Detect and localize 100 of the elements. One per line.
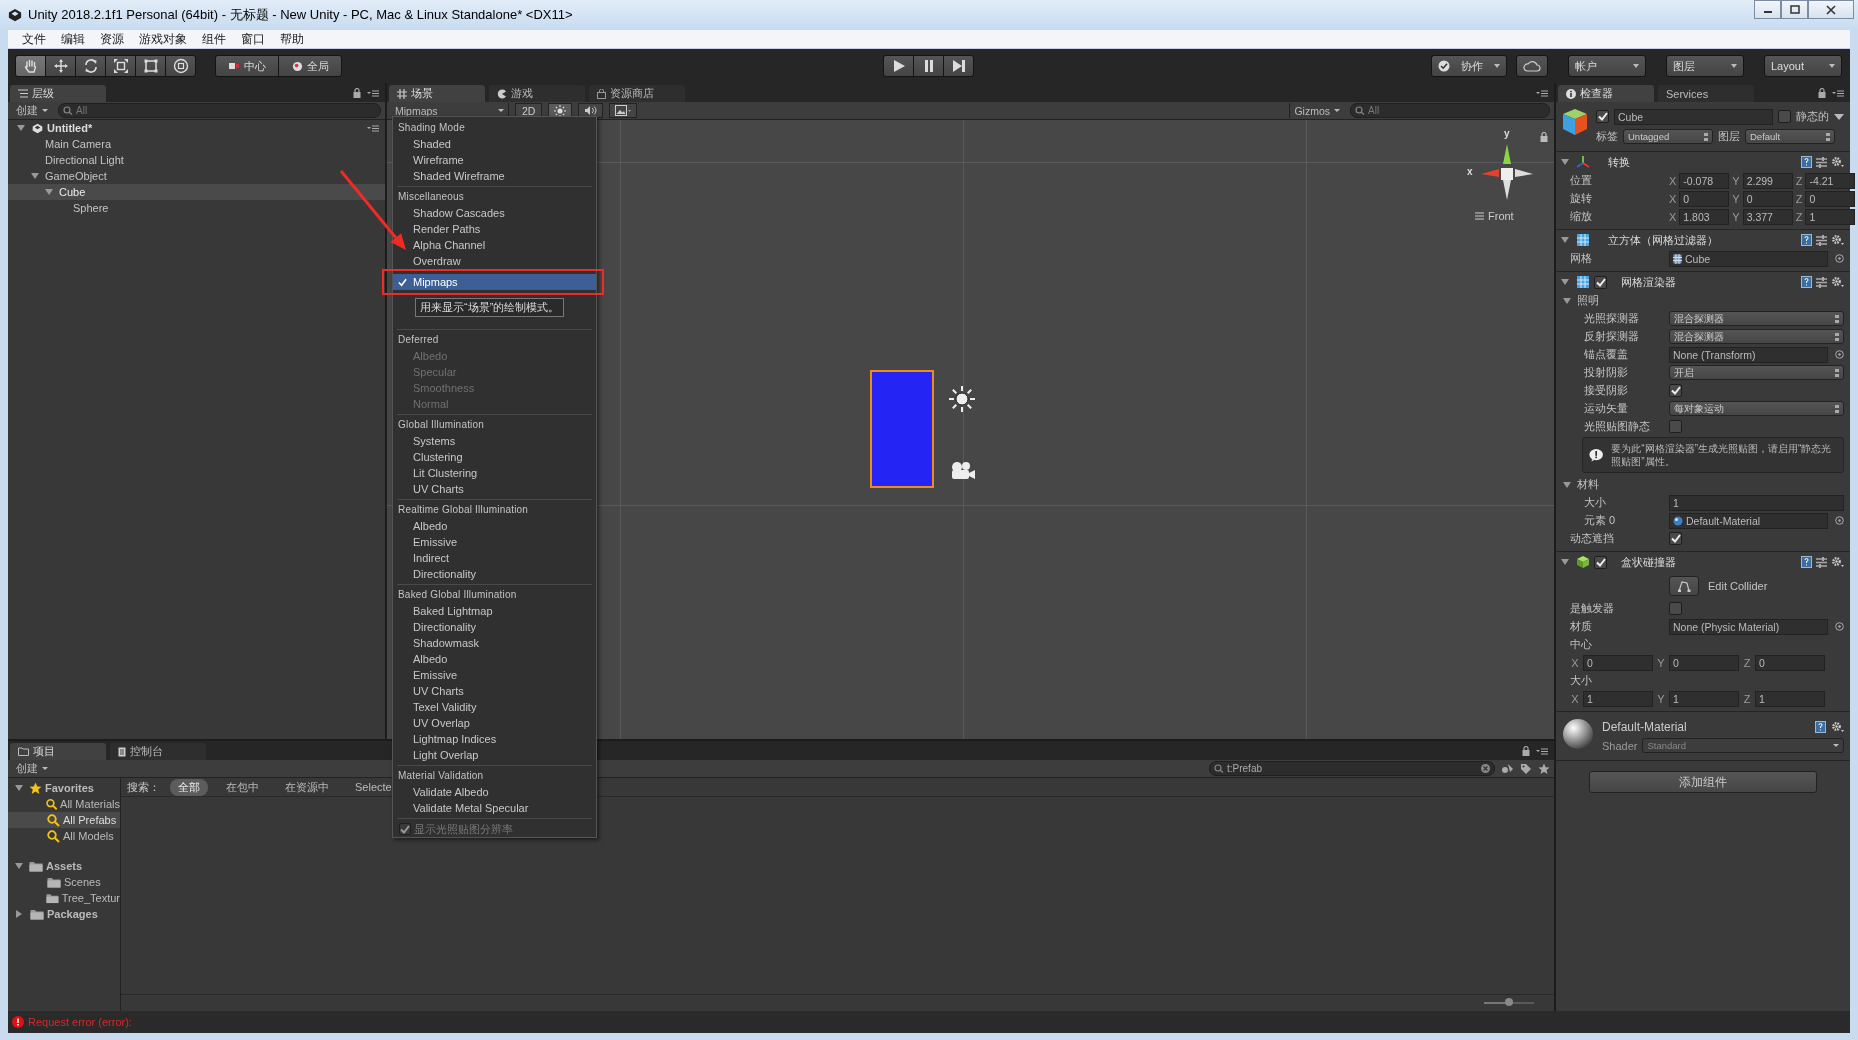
number-field[interactable]: 3.377 bbox=[1742, 208, 1793, 225]
gizmos-dropdown[interactable]: Gizmos bbox=[1289, 103, 1344, 118]
panel-menu-icon[interactable] bbox=[367, 88, 379, 97]
project-tree-item[interactable]: All Materials bbox=[8, 796, 120, 812]
search-scope-tab[interactable]: 在资源中 bbox=[277, 778, 337, 796]
menu-item[interactable]: 窗口 bbox=[235, 30, 274, 48]
help-book-icon[interactable] bbox=[1801, 276, 1812, 288]
menu-item[interactable]: Directionality bbox=[393, 619, 596, 635]
number-field[interactable]: 0 bbox=[1755, 654, 1825, 671]
number-field[interactable]: 1 bbox=[1669, 494, 1844, 511]
menu-item[interactable]: Mipmaps bbox=[393, 274, 596, 290]
effects-toggle[interactable] bbox=[609, 103, 638, 118]
lock-icon[interactable] bbox=[1818, 87, 1826, 98]
object-field[interactable]: Default-Material bbox=[1669, 512, 1828, 529]
transform-tool-button[interactable] bbox=[165, 55, 196, 77]
disclosure-triangle-icon[interactable] bbox=[1561, 159, 1569, 165]
number-field[interactable]: 0 bbox=[1679, 190, 1730, 207]
help-book-icon[interactable] bbox=[1801, 156, 1812, 168]
hand-tool-button[interactable] bbox=[15, 55, 46, 77]
project-tree-item[interactable]: Tree_Textur bbox=[8, 890, 120, 906]
checkbox[interactable] bbox=[1669, 420, 1682, 433]
menu-item[interactable]: UV Charts bbox=[393, 683, 596, 699]
sliders-icon[interactable] bbox=[1816, 156, 1827, 168]
menu-item[interactable]: Clustering bbox=[393, 449, 596, 465]
target-icon[interactable] bbox=[1835, 254, 1844, 263]
cloud-button[interactable] bbox=[1516, 55, 1548, 77]
menu-item[interactable]: Directionality bbox=[393, 566, 596, 582]
menu-item[interactable]: Systems bbox=[393, 433, 596, 449]
checkbox[interactable] bbox=[1594, 275, 1607, 289]
object-field[interactable]: None (Transform) bbox=[1669, 346, 1828, 363]
target-icon[interactable] bbox=[1835, 622, 1844, 631]
services-tab[interactable]: Services bbox=[1658, 85, 1754, 102]
panel-menu-icon[interactable] bbox=[1536, 746, 1548, 755]
help-book-icon[interactable] bbox=[1801, 234, 1812, 246]
checkbox[interactable] bbox=[1596, 110, 1609, 123]
menu-item[interactable]: Indirect bbox=[393, 550, 596, 566]
number-field[interactable]: 1 bbox=[1805, 208, 1856, 225]
layer-dropdown[interactable]: Default bbox=[1745, 129, 1835, 144]
lock-icon[interactable] bbox=[353, 87, 361, 98]
project-tree-item[interactable]: Assets bbox=[8, 858, 120, 874]
gear-icon[interactable] bbox=[1831, 234, 1844, 246]
panel-menu-icon[interactable] bbox=[367, 124, 379, 132]
menu-item[interactable]: Albedo bbox=[393, 651, 596, 667]
menu-item[interactable]: Wireframe bbox=[393, 152, 596, 168]
disclosure-triangle-icon[interactable] bbox=[15, 785, 23, 791]
layout-dropdown[interactable]: Layout bbox=[1764, 55, 1842, 77]
sliders-icon[interactable] bbox=[1816, 556, 1827, 568]
gear-icon[interactable] bbox=[1831, 276, 1844, 288]
star-icon[interactable] bbox=[1538, 762, 1550, 775]
disclosure-triangle-icon[interactable] bbox=[1563, 481, 1571, 488]
menu-item[interactable]: 游戏对象 bbox=[133, 30, 196, 48]
search-field[interactable]: All bbox=[58, 103, 381, 118]
menu-item[interactable]: Alpha Channel bbox=[393, 237, 596, 253]
menu-item[interactable]: Albedo bbox=[393, 518, 596, 534]
help-book-icon[interactable] bbox=[1801, 556, 1812, 568]
disclosure-triangle-icon[interactable] bbox=[1561, 279, 1569, 285]
hierarchy-item[interactable]: Sphere bbox=[8, 200, 385, 216]
minimize-button[interactable] bbox=[1754, 0, 1781, 19]
number-field[interactable]: -4.21 bbox=[1805, 172, 1856, 189]
menu-item[interactable]: 编辑 bbox=[55, 30, 94, 48]
lock-icon[interactable] bbox=[1540, 132, 1548, 142]
menu-item[interactable]: Validate Metal Specular bbox=[393, 800, 596, 816]
project-tree-item[interactable]: Favorites bbox=[8, 780, 120, 796]
help-book-icon[interactable] bbox=[1815, 720, 1826, 733]
global-button[interactable]: 全局 bbox=[278, 55, 342, 77]
menu-item[interactable]: 资源 bbox=[94, 30, 133, 48]
tag-icon[interactable] bbox=[1520, 762, 1532, 775]
menu-item[interactable]: UV Charts bbox=[393, 481, 596, 497]
disclosure-triangle-icon[interactable] bbox=[15, 863, 23, 869]
project-tree-item[interactable]: All Prefabs bbox=[8, 812, 120, 828]
target-icon[interactable] bbox=[1835, 350, 1844, 359]
disclosure-triangle-icon[interactable] bbox=[1563, 297, 1571, 304]
maximize-button[interactable] bbox=[1781, 0, 1808, 19]
hierarchy-item[interactable]: Main Camera bbox=[8, 136, 385, 152]
disclosure-triangle-icon[interactable] bbox=[16, 910, 22, 918]
store-tab[interactable]: 资源商店 bbox=[589, 85, 685, 102]
property-dropdown[interactable]: 混合探测器 bbox=[1669, 311, 1844, 326]
number-field[interactable]: 1.803 bbox=[1679, 208, 1730, 225]
tag-dropdown[interactable]: Untagged bbox=[1623, 129, 1713, 144]
number-field[interactable]: 0 bbox=[1742, 190, 1793, 207]
scene-tab[interactable]: 场景 bbox=[389, 85, 485, 102]
rotate-tool-button[interactable] bbox=[75, 55, 106, 77]
project-tab[interactable]: 项目 bbox=[10, 743, 106, 760]
number-field[interactable]: -0.078 bbox=[1679, 172, 1730, 189]
inspector-tab[interactable]: 检查器 bbox=[1558, 85, 1654, 102]
number-field[interactable]: 2.299 bbox=[1742, 172, 1793, 189]
sliders-icon[interactable] bbox=[1816, 276, 1827, 288]
project-tree-item[interactable]: All Models bbox=[8, 828, 120, 844]
hierarchy-item[interactable]: Directional Light bbox=[8, 152, 385, 168]
number-field[interactable]: 0 bbox=[1583, 654, 1653, 671]
property-dropdown[interactable]: 每对象运动 bbox=[1669, 401, 1844, 416]
checkbox[interactable] bbox=[1778, 110, 1791, 123]
checkbox[interactable] bbox=[1669, 602, 1682, 615]
menu-item[interactable]: Shaded bbox=[393, 136, 596, 152]
gear-icon[interactable] bbox=[1831, 556, 1844, 568]
move-tool-button[interactable] bbox=[45, 55, 76, 77]
menu-item[interactable]: Lit Clustering bbox=[393, 465, 596, 481]
property-dropdown[interactable]: 开启 bbox=[1669, 365, 1844, 380]
menu-item[interactable]: UV Overlap bbox=[393, 715, 596, 731]
search-field[interactable]: t:Prefab bbox=[1209, 761, 1495, 776]
